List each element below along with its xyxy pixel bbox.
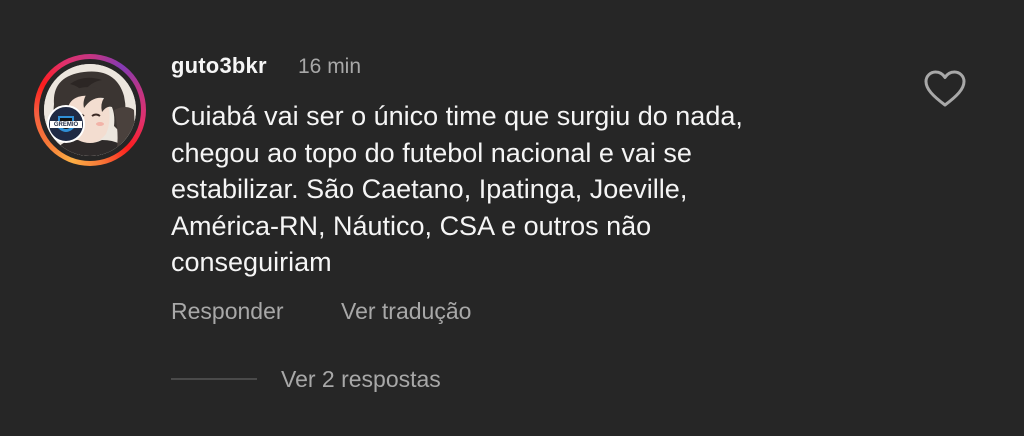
avatar-story-ring[interactable]: GREMIO	[34, 54, 146, 166]
comment-body: Cuiabá vai ser o único time que surgiu d…	[171, 98, 871, 281]
replies-divider	[171, 378, 257, 380]
comment-line: América-RN, Náutico, CSA e outros não	[171, 210, 652, 241]
avatar-ring-gap: GREMIO	[39, 59, 141, 161]
comment-line: estabilizar. São Caetano, Ipatinga, Joev…	[171, 174, 688, 204]
like-button[interactable]	[924, 70, 966, 108]
comment-timestamp: 16 min	[298, 55, 362, 78]
comment-username[interactable]: guto3bkr	[171, 53, 267, 79]
see-translation-button[interactable]: Ver tradução	[341, 298, 471, 325]
reply-button[interactable]: Responder	[171, 298, 284, 325]
comment-line: Cuiabá vai ser o único time que surgiu d…	[171, 101, 743, 131]
avatar[interactable]: GREMIO	[44, 64, 136, 156]
avatar-badge-label: GREMIO	[53, 122, 79, 128]
comment-line: conseguiriam	[171, 247, 332, 277]
comment-item: GREMIO guto3bkr 16 min Cuiabá vai ser o …	[0, 0, 1024, 436]
comment-line: chegou ao topo do futebol nacional e vai…	[171, 137, 692, 168]
heart-outline-icon	[924, 70, 966, 107]
view-replies-button[interactable]: Ver 2 respostas	[281, 366, 441, 393]
